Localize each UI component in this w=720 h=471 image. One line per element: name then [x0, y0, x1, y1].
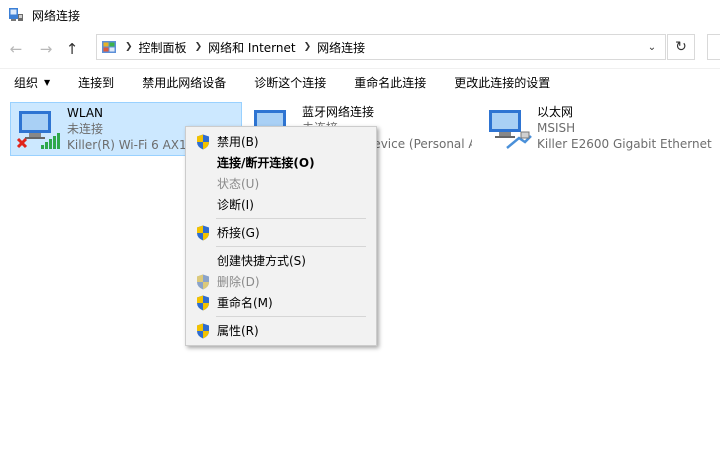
connection-status: MSISH: [537, 121, 576, 135]
refresh-button[interactable]: ↻: [667, 34, 695, 60]
menu-item-label: 禁用(B): [217, 135, 259, 149]
uac-shield-icon: [196, 134, 210, 150]
connection-text-ethernet: 以太网 MSISH Killer E2600 Gigabit Ethernet …: [537, 102, 713, 156]
menu-item-properties[interactable]: 属性(R): [186, 320, 376, 341]
menu-item-label: 桥接(G): [217, 226, 260, 240]
menu-item-rename[interactable]: 重命名(M): [186, 292, 376, 313]
menu-item-bridge[interactable]: 桥接(G): [186, 222, 376, 243]
menu-item-status: 状态(U): [186, 173, 376, 194]
uac-shield-icon: [196, 295, 210, 311]
connection-name: WLAN: [67, 106, 104, 120]
breadcrumb-separator-icon: ❯: [194, 42, 203, 52]
menu-separator: [216, 246, 366, 247]
breadcrumb-control-panel[interactable]: 控制面板: [139, 39, 187, 56]
title-bar: 网络连接: [0, 0, 720, 30]
menu-item-label: 属性(R): [217, 324, 259, 338]
menu-item-create-shortcut[interactable]: 创建快捷方式(S): [186, 250, 376, 271]
command-bar: 组织 ▼ 连接到 禁用此网络设备 诊断这个连接 重命名此连接 更改此连接的设置: [0, 68, 720, 96]
menu-item-delete: 删除(D): [186, 271, 376, 292]
connection-item-ethernet[interactable]: 以太网 MSISH Killer E2600 Gigabit Ethernet …: [481, 102, 713, 156]
address-bar[interactable]: ❯ 控制面板 ❯ 网络和 Internet ❯ 网络连接 ⌄: [96, 34, 666, 60]
network-connections-app-icon: [8, 7, 24, 23]
address-dropdown-icon[interactable]: ⌄: [645, 39, 659, 55]
address-row: ← → ↑ ❯ 控制面板 ❯ 网络和 Internet ❯ 网络连接 ⌄ ↻: [0, 30, 720, 68]
menu-item-label: 创建快捷方式(S): [217, 254, 306, 268]
uac-shield-icon: [196, 225, 210, 241]
back-button[interactable]: ←: [4, 37, 28, 61]
menu-item-label: 诊断(I): [217, 198, 254, 212]
organize-label: 组织: [14, 76, 39, 90]
organize-button[interactable]: 组织 ▼: [14, 74, 50, 91]
breadcrumb-separator-icon: ❯: [125, 42, 133, 52]
menu-item-label: 连接/断开连接(O): [217, 156, 315, 170]
menu-item-label: 重命名(M): [217, 296, 273, 310]
forward-button[interactable]: →: [34, 37, 58, 61]
rename-connection-button[interactable]: 重命名此连接: [354, 74, 426, 91]
menu-item-label: 删除(D): [217, 275, 260, 289]
breadcrumb-network-connections[interactable]: 网络连接: [317, 39, 365, 56]
menu-item-diagnose[interactable]: 诊断(I): [186, 194, 376, 215]
breadcrumb-network-internet[interactable]: 网络和 Internet: [208, 39, 295, 56]
menu-item-label: 状态(U): [217, 177, 260, 191]
up-button[interactable]: ↑: [60, 37, 84, 61]
search-input[interactable]: [707, 34, 720, 60]
menu-item-disable[interactable]: 禁用(B): [186, 131, 376, 152]
context-menu: 禁用(B) 连接/断开连接(O) 状态(U) 诊断(I) 桥接(G) 创建快捷方…: [185, 126, 377, 346]
wifi-adapter-icon: [15, 105, 63, 153]
menu-separator: [216, 316, 366, 317]
connection-name: 以太网: [537, 105, 574, 119]
caret-down-icon: ▼: [44, 78, 51, 87]
breadcrumb-separator-icon: ❯: [303, 42, 312, 52]
uac-shield-icon: [196, 274, 210, 290]
connect-to-button[interactable]: 连接到: [78, 74, 114, 91]
menu-item-connect-disconnect[interactable]: 连接/断开连接(O): [186, 152, 376, 173]
window-title: 网络连接: [32, 8, 81, 23]
connection-name: 蓝牙网络连接: [302, 105, 375, 119]
connection-device: Killer E2600 Gigabit Ethernet Controller: [537, 137, 713, 151]
uac-shield-icon: [196, 323, 210, 339]
diagnose-connection-button[interactable]: 诊断这个连接: [254, 74, 326, 91]
change-settings-button[interactable]: 更改此连接的设置: [454, 74, 550, 91]
ethernet-adapter-icon: [485, 104, 533, 152]
menu-separator: [216, 218, 366, 219]
control-panel-icon: [101, 39, 117, 55]
disable-device-button[interactable]: 禁用此网络设备: [142, 74, 226, 91]
